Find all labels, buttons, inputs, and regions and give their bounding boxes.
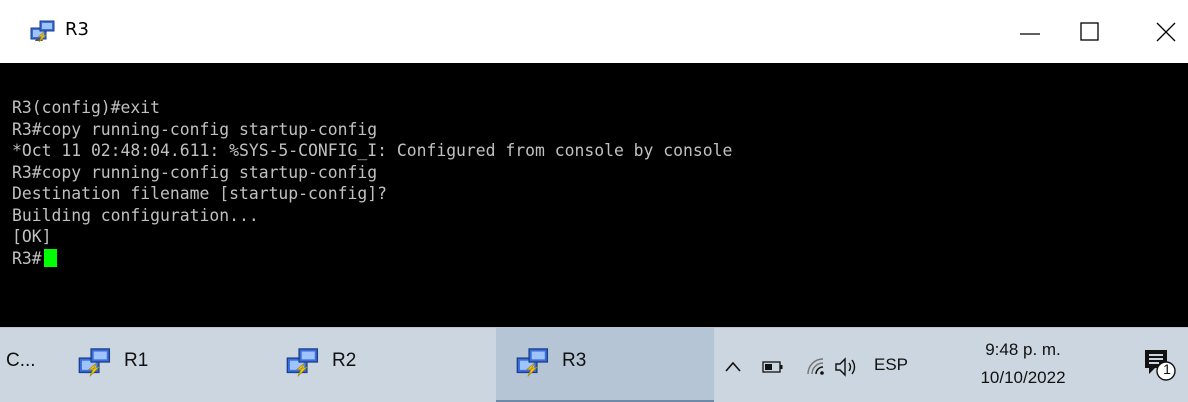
battery-icon[interactable] — [762, 360, 784, 374]
close-button[interactable] — [1140, 0, 1188, 63]
clock-time[interactable]: 9:48 p. m. — [978, 340, 1068, 360]
wifi-icon[interactable] — [805, 356, 827, 376]
chevron-up-icon[interactable] — [724, 360, 742, 374]
taskbar-item-label: C... — [6, 350, 36, 371]
console-line: Building configuration... — [12, 205, 259, 225]
taskbar-item-label: R2 — [332, 350, 357, 371]
console-line: R3#copy running-config startup-config — [12, 162, 378, 182]
console-output[interactable]: R3(config)#exit R3#copy running-config s… — [0, 63, 1188, 327]
clock-date[interactable]: 10/10/2022 — [975, 368, 1071, 388]
notification-count: 1 — [1163, 361, 1171, 377]
console-line: Destination filename [startup-config]? — [12, 184, 387, 203]
taskbar-item-r3[interactable]: R3 — [496, 328, 714, 402]
window-title: R3 — [65, 19, 89, 40]
taskbar-item-r1[interactable]: R1 — [60, 328, 278, 402]
taskbar-item-label: R3 — [562, 350, 587, 371]
minimize-button[interactable] — [1000, 0, 1060, 63]
console-line: R3(config)#exit — [12, 98, 161, 117]
router-terminal-icon — [30, 20, 55, 43]
console-prompt-line[interactable]: R3# — [12, 248, 1188, 270]
taskbar-item-c[interactable]: C... — [0, 328, 60, 402]
console-prompt: R3# — [12, 248, 42, 268]
console-line: *Oct 11 02:48:04.611: %SYS-5-CONFIG_I: C… — [12, 141, 733, 160]
taskbar: C... R1 R2 R3 ESP 9:48 p. m. 10/10/2022 … — [0, 327, 1188, 402]
text-cursor — [43, 248, 57, 267]
language-indicator[interactable]: ESP — [874, 355, 908, 375]
title-bar[interactable]: R3 — [0, 0, 1188, 63]
volume-icon[interactable] — [833, 356, 861, 378]
close-icon — [1156, 22, 1176, 42]
router-terminal-icon — [286, 348, 319, 377]
terminal-window: R3 R3(config)#exit R3#copy running-confi… — [0, 0, 1188, 327]
console-line: R3#copy running-config startup-config — [12, 119, 378, 139]
taskbar-item-r2[interactable]: R2 — [278, 328, 496, 402]
router-terminal-icon — [516, 348, 549, 377]
notification-icon — [1145, 350, 1176, 381]
router-terminal-icon — [78, 348, 111, 377]
system-tray: ESP — [714, 328, 1188, 402]
minimize-icon — [1020, 33, 1040, 35]
taskbar-item-label: R1 — [124, 350, 149, 371]
notification-button[interactable]: 1 — [1135, 342, 1183, 390]
maximize-icon — [1080, 22, 1099, 41]
maximize-button[interactable] — [1060, 0, 1120, 63]
console-line: [OK] — [12, 227, 52, 246]
